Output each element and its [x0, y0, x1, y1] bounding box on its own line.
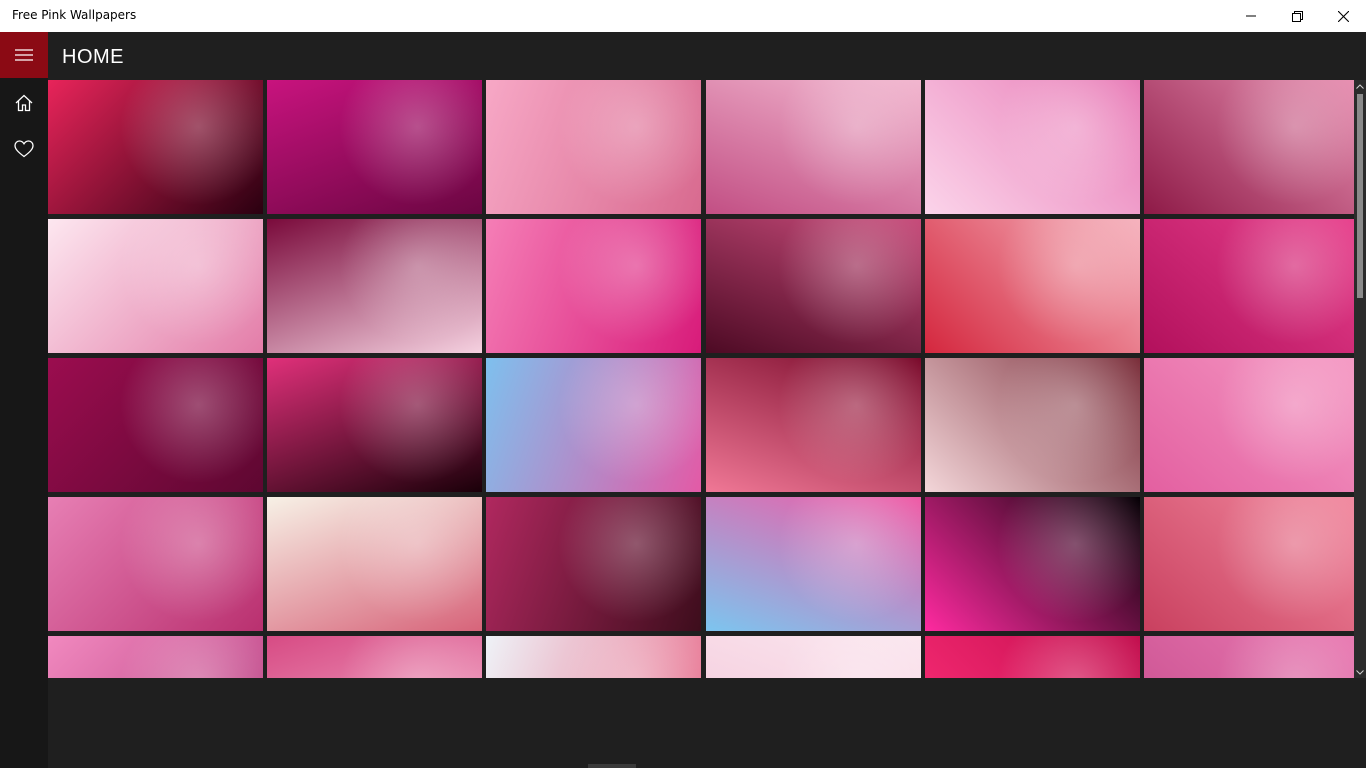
red-vertical-lines-wallpaper[interactable]: [925, 219, 1140, 353]
hamburger-icon: [15, 49, 33, 61]
chevron-up-icon: [1356, 83, 1364, 89]
pink-hydrangea-wallpaper[interactable]: [1144, 636, 1354, 678]
pink-rose-closeup-wallpaper[interactable]: [1144, 497, 1354, 631]
leopard-print-wallpaper[interactable]: [48, 80, 263, 214]
pale-pink-blossom-wallpaper[interactable]: [486, 636, 701, 678]
neon-pink-guitar-wallpaper[interactable]: [925, 497, 1140, 631]
pink-light-streak-wallpaper[interactable]: [486, 80, 701, 214]
hot-pink-gerbera-wallpaper[interactable]: [925, 636, 1140, 678]
pink-swirl-wallpaper[interactable]: [1144, 358, 1354, 492]
magenta-sparkle-wallpaper[interactable]: [267, 80, 482, 214]
scrollbar-thumb[interactable]: [1357, 94, 1363, 298]
glowing-squares-wallpaper[interactable]: [706, 358, 921, 492]
chevron-down-icon: [1356, 669, 1364, 675]
close-icon: [1337, 10, 1349, 22]
nav-favorites-button[interactable]: [0, 126, 48, 172]
home-icon: [15, 94, 33, 112]
dark-pink-curve-wallpaper[interactable]: [267, 219, 482, 353]
vertical-scrollbar[interactable]: [1354, 80, 1366, 678]
cosmos-flower-field-wallpaper[interactable]: [486, 358, 701, 492]
magenta-floral-wallpaper[interactable]: [48, 358, 263, 492]
pink-petals-wallpaper[interactable]: [48, 636, 263, 678]
title-bar: Free Pink Wallpapers: [0, 0, 1366, 32]
restore-icon: [1291, 10, 1303, 22]
restore-button[interactable]: [1274, 0, 1320, 32]
pink-flower-stripes-wallpaper[interactable]: [486, 219, 701, 353]
pink-teddy-bear-wallpaper[interactable]: [267, 358, 482, 492]
minimize-button[interactable]: [1228, 0, 1274, 32]
bottom-handle: [588, 764, 636, 768]
lady-in-hat-wallpaper[interactable]: [48, 219, 263, 353]
pink-wave-bokeh-wallpaper[interactable]: [1144, 219, 1354, 353]
minimize-icon: [1246, 15, 1256, 17]
pink-hearts-wallpaper[interactable]: [267, 636, 482, 678]
scroll-up-arrow[interactable]: [1354, 80, 1366, 92]
pink-sun-swirl-wallpaper[interactable]: [48, 497, 263, 631]
page-header: HOME: [48, 32, 1366, 80]
floral-swirl-dark-wallpaper[interactable]: [706, 219, 921, 353]
close-button[interactable]: [1320, 0, 1366, 32]
woman-silhouette-dark-pink-wallpaper[interactable]: [1144, 80, 1354, 214]
gallery-area: [48, 80, 1366, 768]
page-title: HOME: [62, 46, 124, 68]
heart-icon: [14, 140, 34, 158]
navigation-rail: [0, 32, 48, 768]
menu-button[interactable]: [0, 32, 48, 78]
scroll-down-arrow[interactable]: [1354, 666, 1366, 678]
nav-home-button[interactable]: [0, 80, 48, 126]
window-title: Free Pink Wallpapers: [12, 8, 137, 22]
wallpaper-grid: [48, 80, 1354, 678]
dahlia-flower-wallpaper[interactable]: [486, 497, 701, 631]
pink-daisies-wallpaper[interactable]: [267, 497, 482, 631]
pink-blue-blur-wallpaper[interactable]: [706, 497, 921, 631]
soft-pink-gradient-wallpaper[interactable]: [706, 636, 921, 678]
pink-rose-blur-wallpaper[interactable]: [925, 358, 1140, 492]
woman-silhouette-floral-wallpaper[interactable]: [706, 80, 921, 214]
pink-gems-wallpaper[interactable]: [925, 80, 1140, 214]
